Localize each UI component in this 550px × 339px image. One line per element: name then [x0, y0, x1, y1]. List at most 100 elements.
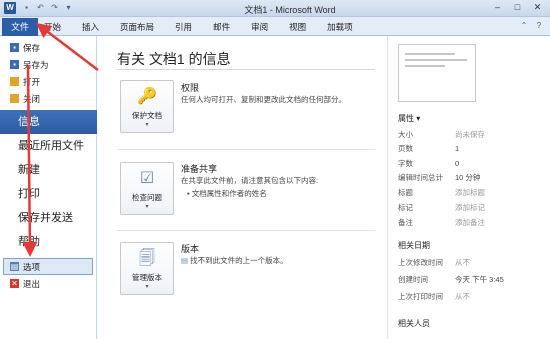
nav-save-as[interactable]: ▪ 另存为: [0, 56, 96, 73]
nav-options[interactable]: ▤ 选项: [3, 258, 93, 275]
save-icon[interactable]: ▪: [22, 3, 31, 12]
section-divider: [117, 149, 375, 150]
nav-close[interactable]: 关闭: [0, 90, 96, 107]
add-comments-field[interactable]: 添加备注: [455, 218, 485, 227]
ribbon-help-area: ⌃ ?: [519, 21, 544, 31]
nav-options-label: 选项: [23, 261, 41, 272]
nav-exit-label: 退出: [23, 278, 41, 289]
dropdown-caret-icon: ▾: [145, 284, 149, 290]
related-people-heading: 相关人员: [398, 319, 430, 328]
date-key: 创建时间: [398, 275, 428, 284]
ribbon-tabs: 开始 插入 页面布局 引用 邮件 审阅 视图 加载项: [44, 21, 374, 33]
nav-print[interactable]: 打印: [0, 182, 96, 206]
prop-value: 10 分钟: [455, 173, 481, 182]
check-issues-label: 检查问题: [132, 193, 162, 202]
versions-heading: 版本: [181, 244, 200, 254]
nav-close-label: 关闭: [23, 93, 41, 104]
window-controls: – □ ✕: [489, 1, 546, 14]
check-issues-button[interactable]: ☑ 检查问题 ▾: [120, 162, 174, 215]
tab-view[interactable]: 视图: [289, 21, 306, 33]
protect-document-label: 保护文档: [132, 111, 162, 120]
nav-recent[interactable]: 最近所用文件: [0, 134, 96, 158]
permissions-desc: 任何人均可打开、复制和更改此文档的任何部分。: [181, 95, 346, 104]
prop-value: 1: [455, 144, 460, 153]
permissions-heading: 权限: [181, 83, 200, 93]
prop-key: 页数: [398, 144, 413, 153]
nav-info[interactable]: 信息: [0, 110, 105, 134]
nav-open-label: 打开: [23, 76, 41, 87]
prepare-share-bullet-text: 文档属性和作者的姓名: [191, 189, 267, 198]
checklist-icon: ☑: [139, 170, 155, 187]
versions-desc: 找不到此文件的上一个版本。: [190, 256, 288, 265]
version-doc-icon: ▤: [181, 256, 191, 265]
prop-key: 标题: [398, 188, 413, 197]
tab-review[interactable]: 审阅: [251, 21, 268, 33]
prop-key: 标记: [398, 203, 413, 212]
close-icon[interactable]: ✕: [529, 1, 546, 14]
nav-new[interactable]: 新建: [0, 158, 96, 182]
prop-row[interactable]: 标题 添加标题: [398, 187, 548, 198]
tab-references[interactable]: 引用: [175, 21, 192, 33]
add-title-field[interactable]: 添加标题: [455, 188, 485, 197]
nav-save[interactable]: ▪ 保存: [0, 39, 96, 56]
tab-file[interactable]: 文件: [2, 18, 38, 36]
redo-icon[interactable]: ↷: [50, 3, 59, 12]
nav-help[interactable]: 帮助: [0, 230, 96, 254]
page-title: 有关 文档1 的信息: [117, 51, 231, 67]
properties-pane: 属性 ▾ 大小 尚未保存 页数 1 字数 0 编辑时间总计 10 分钟 标题 添加标题 标…: [387, 36, 550, 339]
protect-document-button[interactable]: 🔑 保护文档 ▾: [120, 80, 174, 133]
folder-open-icon: [10, 77, 19, 86]
tab-mailings[interactable]: 邮件: [213, 21, 230, 33]
minimize-ribbon-icon[interactable]: ⌃: [519, 21, 529, 31]
nav-exit[interactable]: ✕ 退出: [0, 275, 96, 292]
options-icon: ▤: [10, 262, 19, 271]
date-row: 上次修改时间 从不: [398, 257, 548, 268]
backstage-nav: ▪ 保存 ▪ 另存为 打开 关闭 信息 最近所用文件 新建 打印 保存并发送 帮…: [0, 36, 105, 339]
nav-save-send[interactable]: 保存并发送: [0, 206, 96, 230]
maximize-icon[interactable]: □: [509, 1, 526, 14]
nav-open[interactable]: 打开: [0, 73, 96, 90]
prop-value: 尚未保存: [455, 130, 485, 139]
title-bar: W ▪ ↶ ↷ ▾ 文档1 - Microsoft Word – □ ✕: [0, 0, 550, 17]
prop-row[interactable]: 标记 添加标记: [398, 202, 548, 213]
prop-value: 0: [455, 159, 460, 168]
prop-key: 字数: [398, 159, 413, 168]
prop-key: 编辑时间总计: [398, 173, 443, 182]
prepare-share-bullet: ▪ 文档属性和作者的姓名: [187, 188, 267, 199]
save-as-icon: ▪: [10, 60, 19, 69]
prop-row[interactable]: 备注 添加备注: [398, 217, 548, 228]
versions-desc-row: ▤ 找不到此文件的上一个版本。: [181, 255, 376, 267]
window-title: 文档1 - Microsoft Word: [244, 5, 336, 15]
date-value: 从不: [455, 258, 470, 267]
prop-row: 编辑时间总计 10 分钟: [398, 172, 548, 183]
prepare-share-desc: 在共享此文件前，请注意其包含以下内容:: [181, 176, 319, 185]
versions-icon: 🗐: [139, 250, 155, 267]
save-icon: ▪: [10, 43, 19, 52]
customize-icon[interactable]: ▾: [64, 3, 73, 12]
dropdown-caret-icon: ▾: [145, 204, 149, 210]
add-tags-field[interactable]: 添加标记: [455, 203, 485, 212]
date-key: 上次修改时间: [398, 258, 443, 267]
tab-add-ins[interactable]: 加载项: [327, 21, 353, 33]
properties-heading[interactable]: 属性 ▾: [398, 113, 420, 124]
word-app-icon[interactable]: W: [4, 2, 16, 14]
date-value: 今天 下午 3:45: [455, 275, 504, 284]
exit-icon: ✕: [10, 279, 19, 288]
prop-key: 备注: [398, 218, 413, 227]
section-divider: [117, 230, 375, 231]
undo-icon[interactable]: ↶: [36, 3, 45, 12]
help-icon[interactable]: ?: [534, 21, 544, 31]
date-row: 上次打印时间 从不: [398, 291, 548, 302]
lock-key-icon: 🔑: [137, 88, 157, 105]
prop-row: 页数 1: [398, 143, 548, 154]
prop-key: 大小: [398, 130, 413, 139]
manage-versions-button[interactable]: 🗐 管理版本 ▾: [120, 242, 174, 295]
tab-insert[interactable]: 插入: [82, 21, 99, 33]
dropdown-caret-icon: ▾: [145, 122, 149, 128]
minimize-icon[interactable]: –: [489, 1, 506, 14]
document-thumbnail: [398, 44, 476, 102]
folder-close-icon: [10, 94, 19, 103]
tab-home[interactable]: 开始: [44, 21, 61, 33]
tab-page-layout[interactable]: 页面布局: [120, 21, 154, 33]
nav-save-label: 保存: [23, 42, 41, 53]
